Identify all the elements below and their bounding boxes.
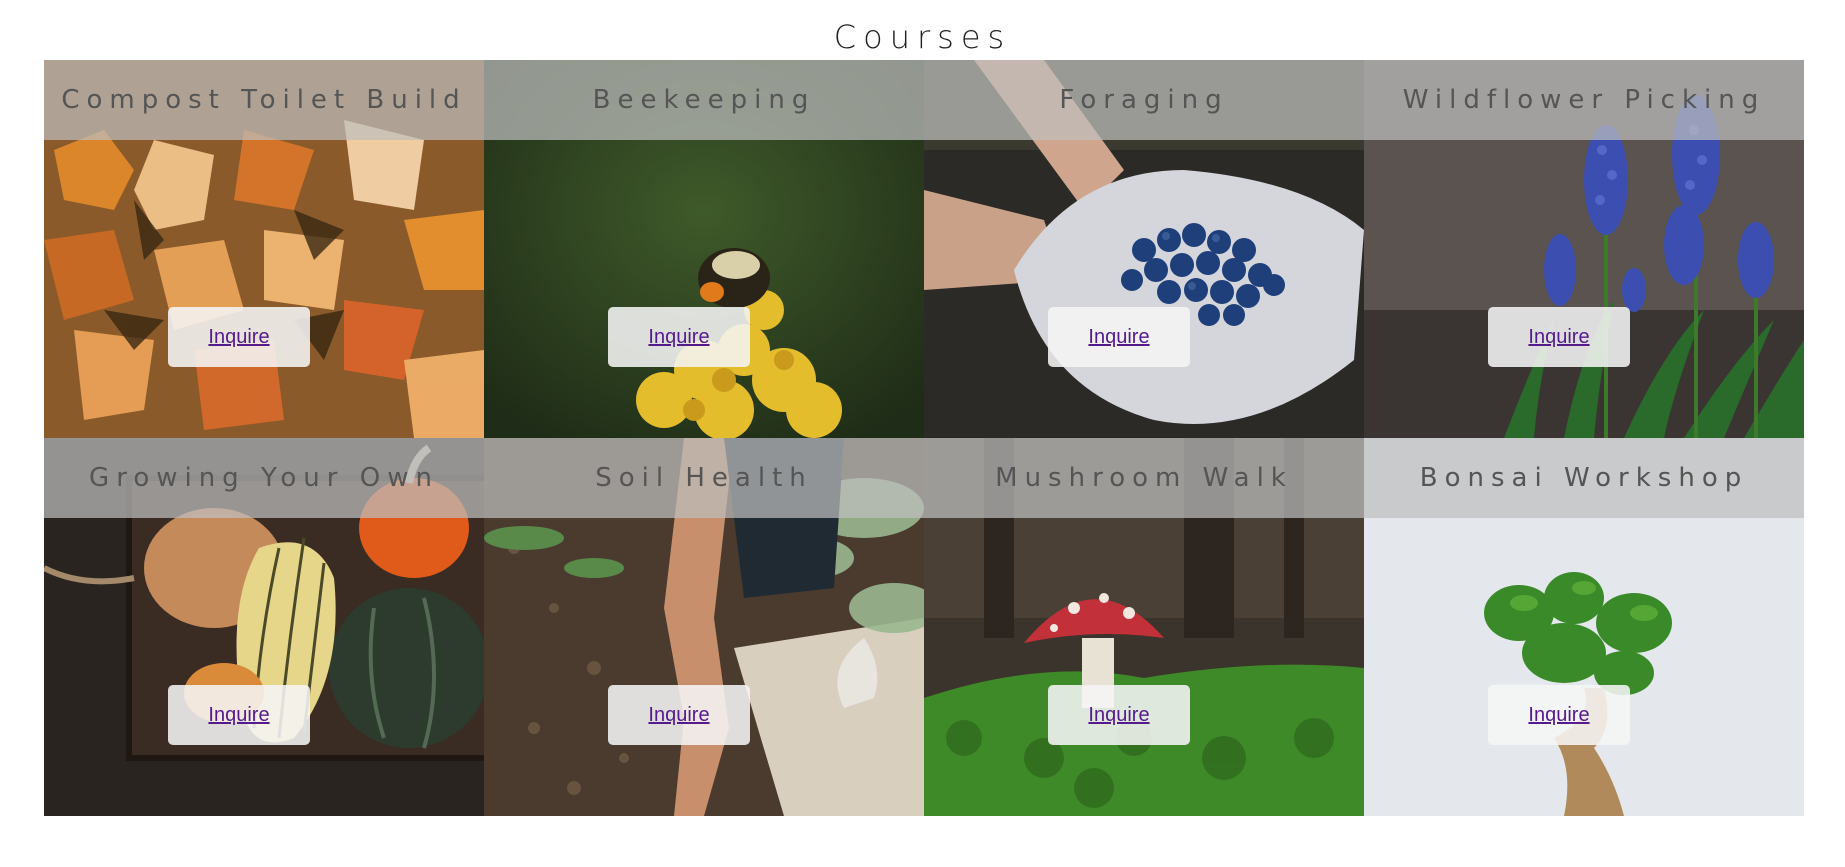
inquire-link[interactable]: Inquire [608,685,750,745]
course-title: Wildflower Picking [1402,85,1766,115]
course-header: Growing Your Own [44,438,484,518]
course-header: Wildflower Picking [1364,60,1804,140]
page-title: Courses [833,18,1012,56]
inquire-link[interactable]: Inquire [168,685,310,745]
course-card-bonsai: Bonsai Workshop Inquire [1364,438,1804,816]
course-header: Soil Health [484,438,924,518]
inquire-link[interactable]: Inquire [1488,307,1630,367]
course-card-foraging: Foraging Inquire [924,60,1364,438]
course-card-mushroom: Mushroom Walk Inquire [924,438,1364,816]
course-card-compost: Compost Toilet Build Inquire [44,60,484,438]
courses-grid: Compost Toilet Build Inquire Beekeeping … [44,60,1804,816]
course-title: Beekeeping [592,85,816,115]
course-header: Compost Toilet Build [44,60,484,140]
inquire-link[interactable]: Inquire [168,307,310,367]
inquire-link[interactable]: Inquire [1048,685,1190,745]
course-title: Mushroom Walk [995,463,1293,493]
course-header: Beekeeping [484,60,924,140]
course-card-wildflower: Wildflower Picking Inquire [1364,60,1804,438]
course-title: Growing Your Own [89,463,439,493]
course-title: Compost Toilet Build [61,85,467,115]
course-title: Foraging [1059,85,1229,115]
course-card-beekeeping: Beekeeping Inquire [484,60,924,438]
course-header: Foraging [924,60,1364,140]
inquire-link[interactable]: Inquire [1048,307,1190,367]
inquire-link[interactable]: Inquire [608,307,750,367]
course-card-growing: Growing Your Own Inquire [44,438,484,816]
inquire-link[interactable]: Inquire [1488,685,1630,745]
course-header: Mushroom Walk [924,438,1364,518]
course-title: Bonsai Workshop [1419,463,1749,493]
course-card-soil: Soil Health Inquire [484,438,924,816]
course-title: Soil Health [595,463,813,493]
course-header: Bonsai Workshop [1364,438,1804,518]
